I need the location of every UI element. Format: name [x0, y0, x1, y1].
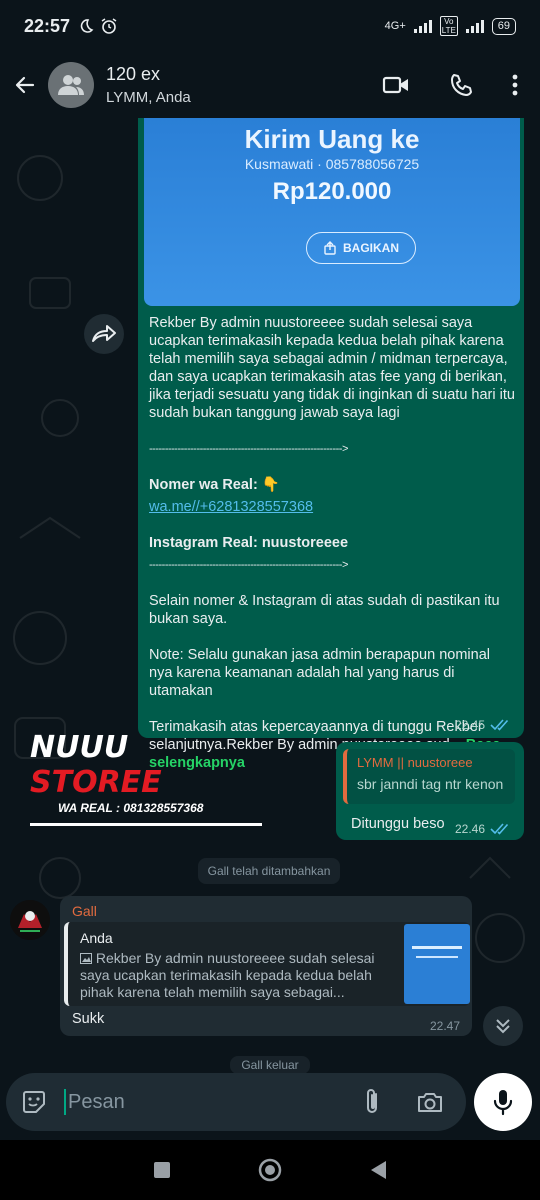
arrow-left-icon — [15, 76, 35, 94]
system-notice-left: Gall keluar — [230, 1056, 310, 1073]
recents-icon[interactable] — [152, 1160, 172, 1180]
ig-label: Instagram Real: nuustoreeee — [149, 535, 349, 551]
status-bar: 22:57 4G+ Vo LTE 69 — [0, 0, 540, 52]
system-navigation-bar — [0, 1140, 540, 1200]
quoted-image-thumbnail — [404, 924, 470, 1004]
share-icon — [324, 241, 336, 255]
scroll-to-bottom-button[interactable] — [483, 1006, 523, 1046]
signal-icon — [413, 19, 432, 33]
quoted-text: sbr janndi tag ntr kenon — [357, 776, 504, 792]
forward-button[interactable] — [84, 314, 124, 354]
microphone-icon — [493, 1090, 513, 1116]
home-icon[interactable] — [257, 1157, 283, 1183]
forwarded-message-text: Rekber By admin nuustoreeee sudah selesa… — [149, 314, 515, 772]
forward-icon — [92, 325, 116, 342]
chat-area[interactable]: Kirim Uang ke Kusmawati · 085788056725 R… — [0, 118, 540, 1073]
transfer-recipient: Kusmawati · 085788056725 — [244, 156, 420, 172]
time-label: 22.45 — [455, 718, 486, 732]
group-icon — [58, 75, 84, 95]
avatar-image — [10, 900, 50, 940]
transfer-heading: Kirim Uang ke — [244, 124, 420, 154]
message-time-reply: 22.46 — [455, 822, 510, 836]
double-check-icon-2 — [490, 823, 509, 835]
incoming-quoted-sender: Anda — [80, 930, 113, 946]
chat-title: 120 ex — [106, 64, 161, 84]
back-nav-icon[interactable] — [368, 1159, 388, 1181]
image-icon — [80, 953, 92, 964]
time-label-2: 22.46 — [455, 822, 486, 836]
watermark-overlay: NUUU STOREE WA REAL : 081328557368 — [30, 730, 262, 826]
wa-link[interactable]: wa.me//+6281328557368 — [149, 498, 515, 516]
camera-icon[interactable] — [416, 1090, 444, 1114]
incoming-body: Sukk — [72, 1011, 105, 1027]
attachment-icon[interactable] — [362, 1088, 382, 1116]
brand-part-2: STOREE — [30, 765, 162, 800]
double-check-icon — [490, 719, 509, 731]
message-paragraph: Rekber By admin nuustoreeee sudah selesa… — [149, 315, 515, 421]
incoming-quoted-message[interactable]: Anda Rekber By admin nuustoreeee sudah s… — [64, 922, 470, 1006]
battery-indicator: 69 — [491, 17, 516, 35]
chat-header: 120 ex LYMM, Anda — [0, 52, 540, 118]
incoming-quoted-body: Rekber By admin nuustoreeee sudah selesa… — [80, 950, 398, 1001]
back-button[interactable] — [12, 72, 38, 98]
reply-body: Ditunggu beso — [351, 816, 445, 832]
moon-icon — [80, 19, 94, 33]
message-time-forwarded: 22.45 — [455, 718, 510, 732]
watermark-wa: WA REAL : 081328557368 — [58, 801, 204, 815]
transfer-amount: Rp120.000 — [272, 178, 392, 205]
incoming-quoted-text: Rekber By admin nuustoreeee sudah selesa… — [80, 950, 375, 1000]
incoming-time: 22.47 — [430, 1019, 461, 1033]
clock: 22:57 — [24, 15, 71, 36]
double-chevron-down-icon — [496, 1019, 510, 1034]
sender-avatar[interactable] — [10, 900, 50, 940]
more-options-icon[interactable] — [512, 73, 518, 97]
video-call-icon[interactable] — [382, 74, 410, 96]
quoted-message[interactable]: LYMM || nuustoreee sbr janndi tag ntr ke… — [343, 749, 515, 804]
group-avatar[interactable] — [48, 62, 94, 108]
voice-message-button[interactable] — [474, 1073, 532, 1131]
phone-call-icon[interactable] — [448, 72, 474, 98]
share-label: BAGIKAN — [343, 241, 399, 255]
wa-label: Nomer wa Real: 👇 — [149, 477, 280, 493]
divider-text-2: ----------------------------------------… — [149, 559, 348, 571]
watermark-underline — [30, 823, 262, 826]
watermark-brand: NUUU STOREE — [30, 730, 262, 800]
sticker-icon[interactable] — [20, 1088, 48, 1116]
signal-icon-2 — [465, 19, 484, 33]
chat-title-block[interactable]: 120 ex LYMM, Anda — [106, 64, 191, 106]
divider-text: ----------------------------------------… — [149, 443, 348, 455]
message-composer: Pesan — [6, 1073, 466, 1131]
quoted-sender: LYMM || nuustoreee — [357, 755, 473, 770]
incoming-sender-name[interactable]: Gall — [72, 903, 97, 919]
message-paragraph-2: Selain nomer & Instagram di atas sudah d… — [149, 593, 500, 627]
network-label: 4G+ — [384, 20, 406, 32]
system-notice-added: Gall telah ditambahkan — [198, 858, 340, 884]
alarm-icon — [101, 18, 117, 34]
message-input[interactable]: Pesan — [64, 1089, 362, 1115]
message-paragraph-3: Note: Selalu gunakan jasa admin berapapu… — [149, 647, 490, 699]
share-image-button: BAGIKAN — [306, 232, 416, 264]
volte-label: Vo LTE — [439, 16, 458, 36]
payment-image[interactable]: Kirim Uang ke Kusmawati · 085788056725 R… — [144, 118, 520, 306]
chat-members: LYMM, Anda — [106, 89, 191, 106]
brand-part-1: NUUU — [30, 730, 129, 765]
